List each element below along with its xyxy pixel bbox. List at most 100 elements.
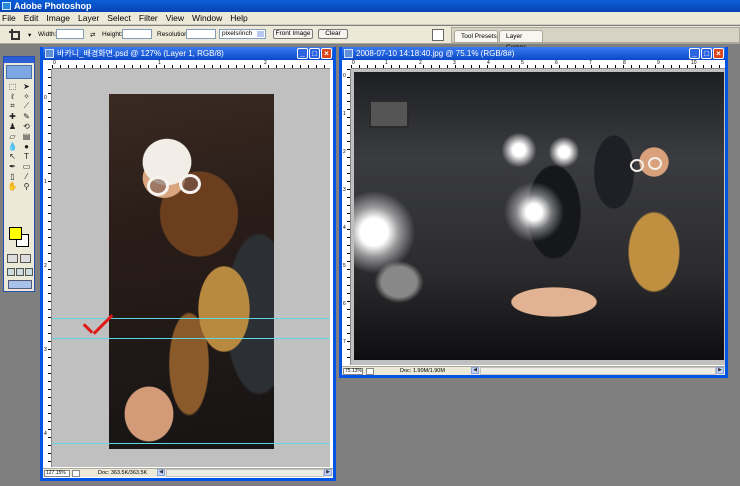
resolution-input[interactable] [186, 29, 216, 39]
ruler-label: 0 [53, 60, 56, 66]
pen-tool-icon[interactable]: ✒ [6, 161, 19, 171]
tab-tool-presets[interactable]: Tool Presets [454, 30, 498, 42]
ruler-label: 7 [343, 339, 346, 345]
dodge-tool-icon[interactable]: ● [20, 141, 33, 151]
scroll-left-icon[interactable]: ◀ [157, 469, 165, 476]
document-icon [45, 49, 54, 58]
options-bar: ▾ Width: ⇄ Height: Resolution: pixels/in… [0, 26, 740, 51]
screen-mode-standard-icon[interactable] [7, 268, 15, 276]
scroll-right-icon[interactable]: ▶ [716, 367, 724, 374]
hand-tool-icon[interactable]: ✋ [6, 181, 19, 191]
type-tool-icon[interactable]: T [20, 151, 33, 161]
portrait-photo [109, 94, 274, 449]
ruler-label: 2 [44, 263, 47, 269]
foreground-color-swatch[interactable] [9, 227, 22, 240]
minimize-button[interactable]: _ [689, 48, 700, 59]
ruler-label: 9 [657, 60, 660, 66]
healing-tool-icon[interactable]: ✚ [6, 111, 19, 121]
front-image-button[interactable]: Front Image [273, 29, 313, 39]
clear-button[interactable]: Clear [318, 29, 348, 39]
close-button[interactable]: × [321, 48, 332, 59]
magic-wand-tool-icon[interactable]: ✧ [20, 91, 33, 101]
close-button[interactable]: × [713, 48, 724, 59]
slice-tool-icon[interactable]: ⟋ [20, 101, 33, 111]
width-input[interactable] [56, 29, 84, 39]
menu-window[interactable]: Window [192, 12, 222, 25]
minimize-button[interactable]: _ [297, 48, 308, 59]
ruler-label: 4 [487, 60, 490, 66]
menu-view[interactable]: View [166, 12, 184, 25]
menu-filter[interactable]: Filter [139, 12, 158, 25]
blur-tool-icon[interactable]: 💧 [6, 141, 19, 151]
stamp-tool-icon[interactable]: ♟ [6, 121, 19, 131]
ruler-label: 0 [343, 73, 346, 79]
screen-mode-full-icon[interactable] [25, 268, 33, 276]
doc1-canvas[interactable] [52, 69, 330, 467]
photoshop-logo-icon[interactable] [6, 65, 32, 79]
ruler-label: 3 [44, 347, 47, 353]
scroll-right-icon[interactable]: ▶ [324, 469, 332, 476]
ruler-label: 5 [343, 263, 346, 269]
history-brush-tool-icon[interactable]: ⟲ [20, 121, 33, 131]
menu-file[interactable]: File [2, 12, 16, 25]
status-menu-icon[interactable] [72, 470, 80, 477]
menu-help[interactable]: Help [230, 12, 247, 25]
doc-size-info: Doc: 363.5K/363.5K [98, 470, 148, 476]
brush-tool-icon[interactable]: ✎ [20, 111, 33, 121]
doc1-status-bar: 127.15% Doc: 363.5K/363.5K ◀ ▶ [43, 468, 333, 477]
horizontal-scrollbar[interactable] [480, 367, 716, 375]
move-tool-icon[interactable]: ➤ [20, 81, 33, 91]
car-interior-panel [369, 100, 409, 128]
guide-line[interactable] [52, 443, 330, 444]
maximize-button[interactable]: □ [701, 48, 712, 59]
height-input[interactable] [122, 29, 152, 39]
path-select-tool-icon[interactable]: ↖ [6, 151, 19, 161]
resolution-label: Resolution: [157, 31, 190, 38]
zoom-tool-icon[interactable]: ⚲ [20, 181, 33, 191]
ruler-label: 6 [343, 301, 346, 307]
preset-dropdown-icon[interactable]: ▾ [28, 31, 31, 39]
doc2-title-bar[interactable]: 2008-07-10 14:18:40.jpg @ 75.1% (RGB/8#)… [342, 47, 725, 60]
app-title-bar: Adobe Photoshop [0, 0, 740, 12]
shape-tool-icon[interactable]: ▭ [20, 161, 33, 171]
gradient-tool-icon[interactable]: ▤ [20, 131, 33, 141]
resolution-units-select[interactable]: pixels/inch [219, 29, 266, 39]
jump-to-imageready-icon[interactable] [8, 280, 32, 289]
lasso-tool-icon[interactable]: ℓ [6, 91, 19, 101]
ruler-label: 2 [343, 149, 346, 155]
doc1-title-bar[interactable]: 바카니_배경화면.psd @ 127% (Layer 1, RGB/8) _ □… [43, 47, 333, 60]
file-browser-icon[interactable] [432, 29, 444, 41]
menu-select[interactable]: Select [107, 12, 131, 25]
tab-layer-comps[interactable]: Layer Comps [499, 30, 543, 51]
document-window-1: 바카니_배경화면.psd @ 127% (Layer 1, RGB/8) _ □… [40, 47, 336, 481]
crop-tool-icon[interactable] [8, 28, 22, 41]
doc2-canvas[interactable] [351, 69, 725, 365]
zoom-field[interactable]: 127.15% [44, 470, 70, 477]
quick-mask-icon[interactable] [20, 254, 31, 263]
eraser-tool-icon[interactable]: ▱ [6, 131, 19, 141]
app-title: Adobe Photoshop [14, 1, 92, 11]
ruler-label: 8 [623, 60, 626, 66]
scroll-left-icon[interactable]: ◀ [471, 367, 479, 374]
menu-edit[interactable]: Edit [24, 12, 39, 25]
horizontal-scrollbar[interactable] [166, 469, 324, 477]
menu-image[interactable]: Image [46, 12, 70, 25]
menu-layer[interactable]: Layer [78, 12, 99, 25]
limousine-photo [354, 72, 724, 360]
screen-mode-menubar-icon[interactable] [16, 268, 24, 276]
eyedropper-tool-icon[interactable]: ⁄ [20, 171, 33, 181]
status-menu-icon[interactable] [366, 368, 374, 375]
standard-mode-icon[interactable] [7, 254, 18, 263]
zoom-field[interactable]: 75.13% [343, 368, 363, 375]
ruler-label: 3 [453, 60, 456, 66]
maximize-button[interactable]: □ [309, 48, 320, 59]
notes-tool-icon[interactable]: ▯ [6, 171, 19, 181]
ruler-label: 1 [44, 179, 47, 185]
document-window-2: 2008-07-10 14:18:40.jpg @ 75.1% (RGB/8#)… [339, 47, 728, 378]
sunglasses-lens [630, 159, 644, 172]
marquee-tool-icon[interactable]: ⬚ [6, 81, 19, 91]
red-checkmark-icon [78, 317, 114, 341]
toolbox-title-bar[interactable] [4, 57, 34, 63]
crop-icon[interactable]: ⌗ [6, 101, 19, 111]
swap-icon[interactable]: ⇄ [90, 31, 95, 39]
